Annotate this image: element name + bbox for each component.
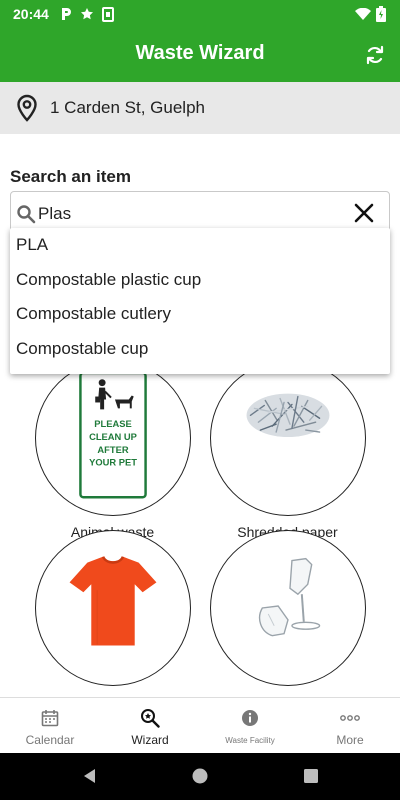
app-bar: Waste Wizard [0, 28, 400, 82]
nav-item-calendar[interactable]: Calendar [0, 698, 100, 753]
wizard-icon [141, 709, 160, 728]
screen: 20:44 Waste Wizard 1 Carden St, Guelph S… [0, 0, 400, 800]
suggestion-item[interactable]: Compostable cutlery [10, 297, 390, 332]
search-icon [17, 205, 36, 224]
suggestion-item[interactable]: PLA [10, 228, 390, 263]
nav-item-waste-facility[interactable]: Waste Facility [200, 698, 300, 753]
battery-icon [376, 6, 386, 22]
item-image [209, 530, 366, 686]
refresh-button[interactable] [362, 42, 388, 68]
nav-item-more[interactable]: More [300, 698, 400, 753]
location-address: 1 Carden St, Guelph [50, 98, 205, 117]
shredded-paper-image [246, 393, 329, 438]
system-navigation-bar [0, 753, 400, 800]
status-bar: 20:44 [0, 0, 400, 28]
info-icon [242, 710, 258, 726]
home-icon[interactable] [190, 766, 210, 786]
nav-label: More [336, 733, 364, 747]
clear-search-icon[interactable] [353, 202, 375, 224]
tshirt-image [69, 556, 156, 646]
sim-icon [102, 6, 114, 22]
sign-text-line: AFTER [97, 445, 128, 455]
nav-label: Waste Facility [225, 736, 275, 745]
pet-cleanup-sign-image: PLEASE CLEAN UP AFTER YOUR PET [78, 371, 147, 499]
refresh-icon [366, 45, 384, 65]
star-icon [80, 6, 94, 22]
nav-label: Calendar [25, 733, 75, 747]
wifi-icon [355, 6, 371, 22]
grid-item-tshirt[interactable] [25, 530, 200, 686]
status-time: 20:44 [13, 6, 49, 22]
grid-item-broken-glass[interactable] [200, 530, 375, 686]
suggestions-dropdown: PLA Compostable plastic cup Compostable … [10, 228, 390, 374]
sign-text-line: PLEASE [94, 419, 131, 429]
search-label: Search an item [10, 167, 131, 186]
recents-icon[interactable] [301, 766, 321, 786]
bottom-navigation: Calendar Wizard Waste Facility More [0, 697, 400, 753]
search-input[interactable] [38, 200, 338, 228]
suggestion-item[interactable]: Compostable cup [10, 332, 390, 367]
item-image [34, 530, 191, 686]
grid-item-shredded-paper[interactable]: Shredded paper [200, 360, 375, 540]
app-title: Waste Wizard [135, 42, 265, 64]
parking-icon [60, 6, 72, 22]
calendar-icon [41, 710, 59, 727]
nav-item-wizard[interactable]: Wizard [100, 698, 200, 753]
back-icon[interactable] [80, 766, 100, 786]
location-pin-icon [17, 94, 37, 122]
grid-item-animal-waste[interactable]: PLEASE CLEAN UP AFTER YOUR PET Animal wa… [25, 360, 200, 540]
sign-text-line: CLEAN UP [89, 432, 137, 442]
nav-label: Wizard [131, 733, 169, 747]
item-image: PLEASE CLEAN UP AFTER YOUR PET [34, 360, 191, 516]
broken-glass-image [258, 557, 320, 637]
suggestion-item[interactable]: Compostable plastic cup [10, 263, 390, 298]
sign-text-line: YOUR PET [89, 458, 137, 468]
location-bar[interactable]: 1 Carden St, Guelph [0, 82, 400, 134]
item-image [209, 360, 366, 516]
more-icon [340, 715, 360, 721]
